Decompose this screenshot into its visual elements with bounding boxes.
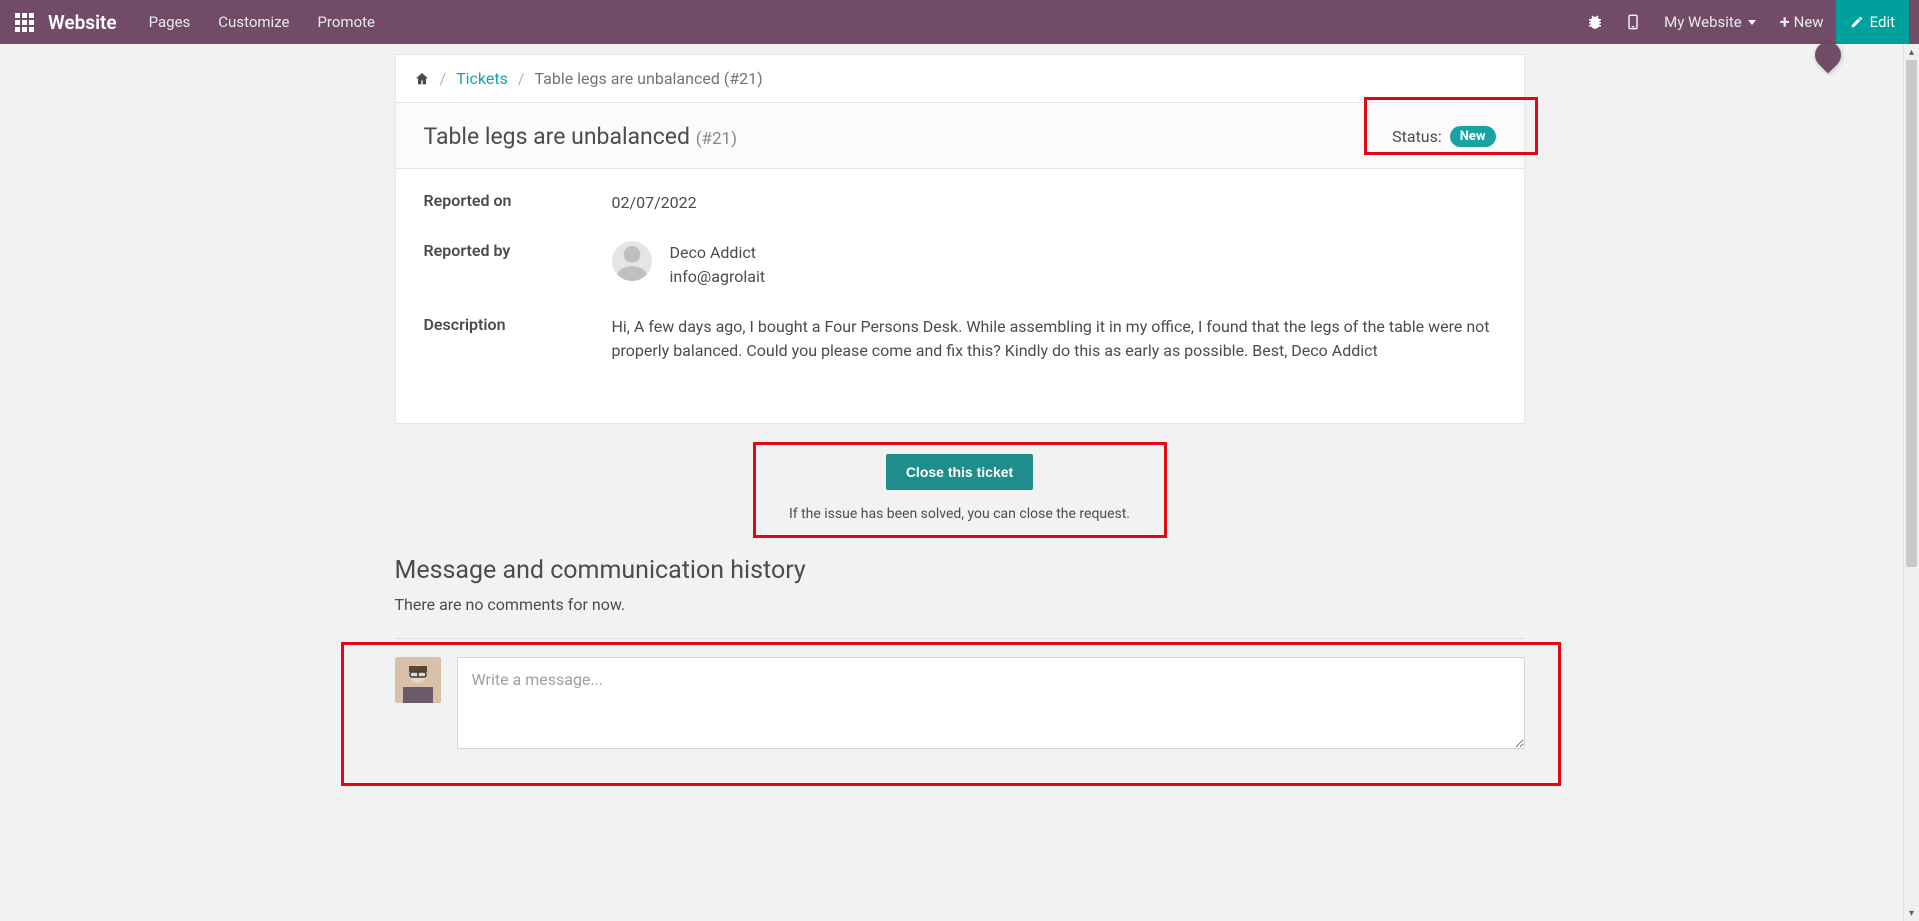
close-ticket-section: Close this ticket If the issue has been … — [395, 454, 1525, 522]
close-ticket-caption: If the issue has been solved, you can cl… — [395, 506, 1525, 522]
status-label: Status: — [1392, 127, 1442, 146]
breadcrumb-sep: / — [518, 69, 525, 88]
breadcrumb: / Tickets / Table legs are unbalanced (#… — [396, 55, 1524, 103]
plus-icon: + — [1780, 12, 1790, 33]
messages-heading: Message and communication history — [395, 556, 1525, 585]
mobile-preview-icon[interactable] — [1614, 0, 1652, 44]
reporter-email: info@agrolait — [670, 265, 766, 289]
description-label: Description — [424, 315, 612, 334]
my-website-label: My Website — [1664, 13, 1742, 31]
breadcrumb-tickets[interactable]: Tickets — [456, 69, 508, 88]
scroll-thumb[interactable] — [1906, 60, 1917, 567]
scroll-down-icon[interactable]: ▾ — [1904, 905, 1919, 921]
chevron-down-icon — [1748, 20, 1756, 25]
reported-by-label: Reported by — [424, 241, 612, 260]
home-icon — [414, 71, 430, 87]
reported-on-label: Reported on — [424, 191, 612, 210]
status-block: Status: New — [1392, 126, 1495, 147]
ticket-card: / Tickets / Table legs are unbalanced (#… — [395, 54, 1525, 424]
message-compose-row — [395, 638, 1525, 749]
pencil-icon — [1850, 15, 1864, 29]
nav-customize[interactable]: Customize — [204, 0, 303, 44]
nav-pages[interactable]: Pages — [135, 0, 205, 44]
scroll-track[interactable] — [1904, 60, 1919, 905]
ticket-title: Table legs are unbalanced (#21) — [424, 123, 738, 150]
apps-launcher-icon[interactable] — [10, 8, 38, 36]
ticket-id: (#21) — [696, 129, 737, 149]
description-value: Hi, A few days ago, I bought a Four Pers… — [612, 315, 1496, 363]
theme-color-drop-icon[interactable] — [1815, 42, 1841, 68]
new-label: New — [1794, 13, 1824, 31]
messages-empty: There are no comments for now. — [395, 595, 1525, 614]
app-title[interactable]: Website — [48, 11, 117, 34]
messages-section: Message and communication history There … — [395, 556, 1525, 749]
ticket-title-row: Table legs are unbalanced (#21) Status: … — [396, 103, 1524, 169]
reporter-avatar — [612, 241, 652, 281]
edit-label: Edit — [1870, 13, 1895, 31]
vertical-scrollbar[interactable]: ▴ ▾ — [1903, 44, 1919, 921]
status-badge: New — [1450, 126, 1496, 147]
reporter-name: Deco Addict — [670, 241, 766, 265]
nav-promote[interactable]: Promote — [303, 0, 389, 44]
scroll-up-icon[interactable]: ▴ — [1904, 44, 1919, 60]
my-website-dropdown[interactable]: My Website — [1652, 0, 1768, 44]
close-ticket-button[interactable]: Close this ticket — [886, 454, 1033, 490]
edit-button[interactable]: Edit — [1836, 0, 1909, 44]
breadcrumb-current: Table legs are unbalanced (#21) — [534, 69, 762, 88]
reported-on-value: 02/07/2022 — [612, 191, 697, 215]
ticket-body: Reported on 02/07/2022 Reported by Deco … — [396, 169, 1524, 423]
bug-icon[interactable] — [1576, 0, 1614, 44]
breadcrumb-home[interactable] — [414, 71, 430, 87]
new-button[interactable]: + New — [1768, 0, 1836, 44]
top-navbar: Website Pages Customize Promote My Websi… — [0, 0, 1919, 44]
message-input[interactable] — [457, 657, 1525, 749]
current-user-avatar — [395, 657, 441, 703]
breadcrumb-sep: / — [440, 69, 447, 88]
ticket-title-text: Table legs are unbalanced — [424, 123, 690, 150]
